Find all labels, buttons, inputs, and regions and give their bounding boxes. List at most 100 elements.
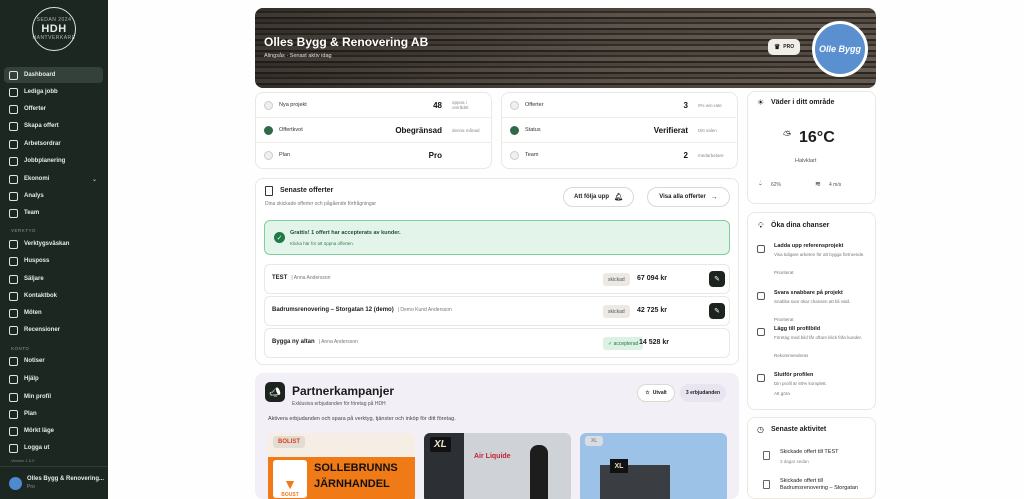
- sidebar-tool-kontaktbok[interactable]: Kontaktbok: [4, 288, 103, 304]
- sidebar-tool-recensioner[interactable]: Recensioner: [4, 322, 103, 338]
- sparkle-icon: [264, 125, 273, 135]
- sidebar-item-lediga-jobb[interactable]: Lediga jobb: [4, 84, 103, 100]
- stat-right-2: Team 2 medarbetare: [510, 143, 730, 167]
- company-hero: Olles Bygg & Renovering AB Alingsås · Se…: [255, 8, 876, 88]
- sidebar: SEDAN 2024 HDH HANTVERKARE Dashboard Ledi…: [0, 0, 108, 499]
- sign-sub: JÄRNHANDEL: [314, 478, 390, 490]
- offer-customer: | Anna Andersson: [291, 275, 331, 281]
- tip-title: Slutför profilen: [774, 372, 814, 378]
- tip-priority: Prioriterat: [774, 270, 794, 275]
- stat-right-0: Offerter 3 0% win-rate: [510, 93, 730, 117]
- plus-circle-icon: [9, 121, 18, 131]
- partner-card-bolist[interactable]: BOLIST ▼ BOUST SOLLEBRUNNS JÄRNHANDEL: [268, 433, 415, 499]
- sidebar-item-offerter[interactable]: Offerter: [4, 101, 103, 117]
- sidebar-account-mörkt-läge[interactable]: Mörkt läge: [4, 423, 103, 439]
- stat-note: denna månad: [452, 127, 480, 133]
- tip-desc: Visa tidigare arbeten för att bygga fört…: [774, 252, 865, 257]
- chart-icon: [264, 100, 273, 110]
- partner-card-xl[interactable]: XL Air Liquide: [424, 433, 571, 499]
- sidebar-account-hjälp[interactable]: Hjälp: [4, 371, 103, 387]
- offer-name: Bygga ny altan: [272, 339, 315, 345]
- sidebar-item-jobbplanering[interactable]: Jobbplanering: [4, 153, 103, 169]
- sidebar-item-arbetsordrar[interactable]: Arbetsordrar: [4, 136, 103, 152]
- pro-label: PRO: [783, 44, 795, 50]
- star-icon: [9, 325, 18, 335]
- stat-value: Obegränsad: [395, 125, 442, 135]
- partner-card-xl-store[interactable]: XL XL: [580, 433, 727, 499]
- offer-row[interactable]: Bygga ny altan | Anna Andersson ✓ accepter…: [264, 328, 730, 358]
- sidebar-account-logga-ut[interactable]: Logga ut: [4, 440, 103, 456]
- partner-campaigns: 📣︎ Partnerkampanjer Exklusiva erbjudande…: [255, 373, 739, 499]
- sidebar-tool-möten[interactable]: Möten: [4, 305, 103, 321]
- offer-title: Bygga ny altan | Anna Andersson: [272, 339, 358, 345]
- activity-item[interactable]: Skickade offert till TEST 3 dagar sedan: [763, 449, 873, 473]
- nav-label: Analys: [24, 193, 44, 199]
- activity-item[interactable]: Skickade offert till Badrumsrenovering –…: [763, 478, 873, 499]
- success-banner[interactable]: ✓ Grattis! 1 offert har accepterats av k…: [264, 220, 730, 255]
- stat-value: 48: [433, 100, 442, 110]
- user-menu[interactable]: Olles Bygg & Renovering... Pro: [0, 466, 108, 499]
- stat-note: öppna i området: [452, 100, 469, 110]
- xl-store-sign: XL: [610, 459, 628, 473]
- crown-icon: ♛: [774, 44, 781, 51]
- stat-label: Nya projekt: [279, 102, 307, 108]
- view-all-offers-button[interactable]: Visa alla offerter →: [647, 187, 730, 207]
- partner-desc: Aktivera erbjudanden och spara på verkty…: [268, 416, 456, 422]
- sidebar-item-dashboard[interactable]: Dashboard: [4, 67, 103, 83]
- stat-left-1: Offertkvot Obegränsad denna månad: [264, 118, 484, 142]
- tip-item[interactable]: Lägg till profilbild Företag med bild får…: [757, 326, 871, 366]
- xl-brand: XL: [430, 437, 451, 452]
- follow-up-label: Att följa upp: [574, 194, 610, 200]
- tip-title: Svara snabbare på projekt: [774, 290, 843, 296]
- stat-note: medarbetare: [698, 152, 724, 158]
- sidebar-account-plan[interactable]: Plan: [4, 406, 103, 422]
- bolt-icon: [757, 292, 765, 300]
- company-logo[interactable]: Olle Bygg: [812, 21, 868, 77]
- nav-label: Notiser: [24, 358, 45, 364]
- tip-item[interactable]: Svara snabbare på projekt Snabba svar öka…: [757, 290, 871, 330]
- stat-value: Pro: [428, 150, 442, 160]
- nav-label: Recensioner: [24, 327, 61, 333]
- logout-icon: [9, 443, 18, 453]
- sidebar-tool-husposs[interactable]: Husposs: [4, 253, 103, 269]
- hdh-logo[interactable]: SEDAN 2024 HDH HANTVERKARE: [32, 7, 76, 51]
- briefcase-icon: [9, 87, 18, 97]
- sidebar-item-ekonomi[interactable]: Ekonomi ⌄: [4, 171, 103, 187]
- sidebar-item-team[interactable]: Team: [4, 205, 103, 221]
- offer-row[interactable]: TEST | Anna Andersson skickad 67 094 kr ✎: [264, 264, 730, 294]
- activity-title: Senaste aktivitet: [771, 426, 827, 433]
- edit-icon[interactable]: ✎: [709, 303, 725, 319]
- document-icon: [510, 100, 519, 110]
- edit-icon[interactable]: ✎: [709, 271, 725, 287]
- help-icon: [9, 374, 18, 384]
- success-subtitle: Klicka här för att öppna offerten.: [290, 241, 354, 246]
- follow-up-button[interactable]: Att följa upp 🔔︎: [563, 187, 634, 207]
- partner-title: Partnerkampanjer: [292, 384, 395, 398]
- section-verktyg: VERKTYG: [11, 228, 37, 233]
- sidebar-item-skapa-offert[interactable]: Skapa offert: [4, 118, 103, 134]
- droplet-icon: 💧︎: [759, 180, 762, 187]
- nav-label: Skapa offert: [24, 123, 59, 129]
- sidebar-tool-verktygsväskan[interactable]: Verktygsväskan: [4, 236, 103, 252]
- nav-label: Team: [24, 210, 40, 216]
- featured-button[interactable]: ☆ Utvalt: [637, 384, 675, 402]
- house-icon: [9, 256, 18, 266]
- stat-left-0: Nya projekt 48 öppna i området: [264, 93, 484, 117]
- nav-label: Lediga jobb: [24, 89, 58, 95]
- nav-label: Husposs: [24, 258, 50, 264]
- offer-row[interactable]: Badrumsrenovering – Storgatan 12 (demo) |…: [264, 296, 730, 326]
- sidebar-item-analys[interactable]: Analys: [4, 188, 103, 204]
- offers-count-badge[interactable]: 3 erbjudanden: [680, 384, 726, 402]
- tip-item[interactable]: Slutför profilen Din profil är 60% komple…: [757, 372, 871, 412]
- sidebar-account-min-profil[interactable]: Min profil: [4, 389, 103, 405]
- offer-amount: 42 725 kr: [637, 307, 667, 314]
- featured-label: Utvalt: [652, 390, 667, 396]
- stat-note: 0% win-rate: [698, 102, 722, 108]
- calendar-check-icon: [9, 308, 18, 318]
- offer-title: TEST | Anna Andersson: [272, 275, 330, 281]
- tip-item[interactable]: Ladda upp referensprojekt Visa tidigare a…: [757, 243, 871, 283]
- nav-label: Säljare: [24, 276, 44, 282]
- sidebar-tool-säljare[interactable]: Säljare: [4, 271, 103, 287]
- sidebar-account-notiser[interactable]: Notiser: [4, 353, 103, 369]
- nav-label: Min profil: [24, 394, 51, 400]
